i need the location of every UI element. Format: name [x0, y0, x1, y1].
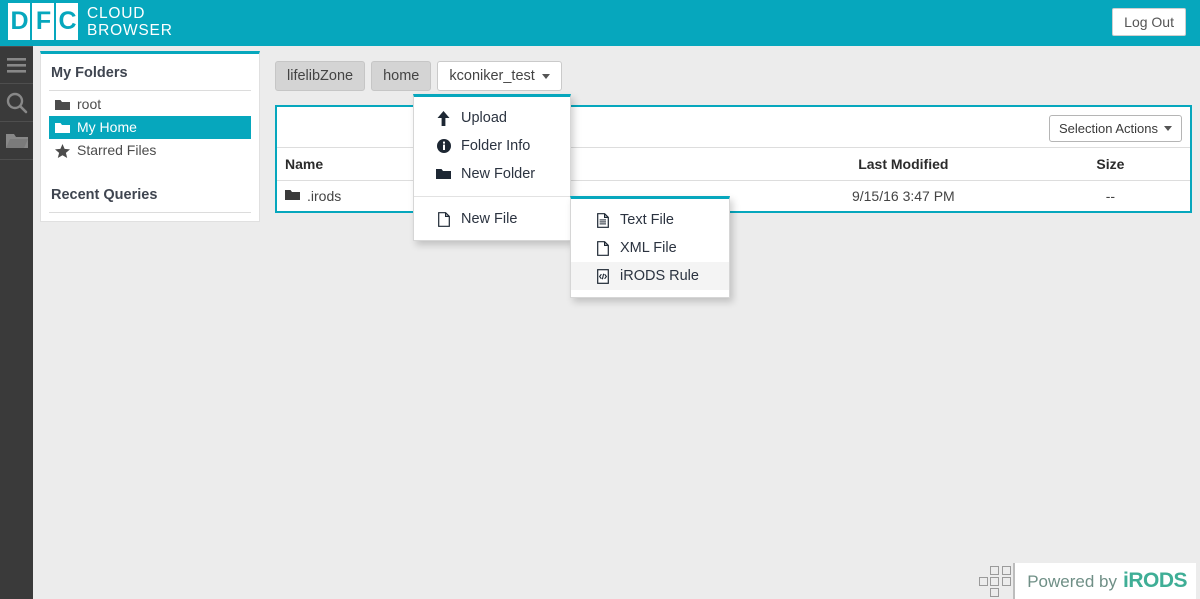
- sidebar-item-label: Starred Files: [77, 142, 157, 158]
- folder-list: root My Home Starred Files: [49, 91, 251, 162]
- cell-last-modified: 9/15/16 3:47 PM: [851, 188, 955, 204]
- folder-icon: [285, 188, 300, 204]
- menu-item-xml-file[interactable]: XML File: [571, 234, 729, 262]
- search-icon: [6, 92, 28, 114]
- menu-item-text-file[interactable]: Text File: [571, 206, 729, 234]
- powered-by-text: Powered by: [1027, 572, 1117, 591]
- sidebar-item-root[interactable]: root: [49, 93, 251, 116]
- star-icon: [55, 143, 70, 158]
- menu-item-label: Folder Info: [461, 138, 531, 154]
- my-folders-title: My Folders: [49, 54, 251, 91]
- logo-wordmark: CLOUD BROWSER: [87, 5, 173, 39]
- folder-icon: [5, 132, 28, 149]
- menu-item-label: New Folder: [461, 166, 536, 182]
- app-logo: D F C CLOUD BROWSER: [8, 3, 173, 40]
- selection-actions-label: Selection Actions: [1058, 121, 1158, 136]
- folder-icon: [436, 168, 451, 180]
- powered-by-footer: Powered by iRODS: [979, 563, 1196, 599]
- sidebar-item-label: My Home: [77, 119, 137, 135]
- menu-item-upload[interactable]: Upload: [414, 104, 570, 132]
- chevron-down-icon: [541, 73, 550, 79]
- sidebar-item-starred-files[interactable]: Starred Files: [49, 139, 251, 162]
- icon-rail: [0, 46, 33, 599]
- menu-divider: [414, 196, 570, 197]
- top-header: D F C CLOUD BROWSER Log Out: [0, 0, 1200, 46]
- dfc-logo-marks: D F C: [8, 3, 78, 40]
- breadcrumb-item-zone[interactable]: lifelibZone: [275, 61, 366, 91]
- my-folders-panel: My Folders root My Home Starred Files Re…: [40, 51, 260, 222]
- sidebar-item-label: root: [77, 96, 102, 112]
- powered-by-badge: Powered by iRODS: [1013, 563, 1196, 599]
- folder-icon: [55, 122, 70, 134]
- rail-menu-button[interactable]: [0, 46, 33, 84]
- file-name-label: .irods: [307, 188, 342, 204]
- cell-size: --: [1105, 188, 1116, 204]
- breadcrumb: lifelibZone home kconiker_test: [275, 61, 562, 91]
- rail-browse-button[interactable]: [0, 122, 33, 160]
- irods-wordmark: iRODS: [1122, 569, 1188, 592]
- code-file-icon: [595, 268, 610, 284]
- menu-item-label: Upload: [461, 110, 507, 126]
- folder-icon: [55, 99, 70, 111]
- menu-item-label: iRODS Rule: [620, 268, 699, 284]
- menu-item-irods-rule[interactable]: iRODS Rule: [571, 262, 729, 290]
- logo-wordmark-line1: CLOUD: [87, 4, 146, 22]
- new-file-submenu: Text File XML File iRODS Rule: [570, 196, 730, 298]
- logo-letter-f: F: [32, 3, 54, 40]
- column-header-last-modified[interactable]: Last Modified: [775, 147, 1031, 181]
- app-root: D F C CLOUD BROWSER Log Out My Folders r…: [0, 0, 1200, 599]
- info-circle-icon: [436, 139, 451, 153]
- rail-search-button[interactable]: [0, 84, 33, 122]
- blank-file-icon: [595, 240, 610, 256]
- breadcrumb-item-current[interactable]: kconiker_test: [437, 61, 562, 91]
- irods-grid-logo-icon: [979, 565, 1013, 597]
- menu-item-new-folder[interactable]: New Folder: [414, 160, 570, 188]
- menu-item-label: Text File: [620, 212, 674, 228]
- chevron-down-icon: [1164, 126, 1172, 131]
- selection-actions-button[interactable]: Selection Actions: [1048, 115, 1182, 142]
- breadcrumb-item-home[interactable]: home: [371, 61, 432, 91]
- menu-icon: [7, 57, 26, 73]
- text-file-icon: [595, 212, 610, 228]
- recent-queries-title: Recent Queries: [49, 176, 251, 213]
- logout-button[interactable]: Log Out: [1112, 8, 1186, 36]
- upload-arrow-icon: [436, 110, 451, 126]
- logo-letter-c: C: [56, 3, 78, 40]
- logo-letter-d: D: [8, 3, 30, 40]
- menu-item-label: XML File: [620, 240, 677, 256]
- file-icon: [436, 211, 451, 227]
- breadcrumb-current-label: kconiker_test: [449, 68, 535, 84]
- menu-item-new-file[interactable]: New File: [414, 205, 570, 233]
- column-header-size[interactable]: Size: [1030, 147, 1190, 181]
- menu-item-folder-info[interactable]: Folder Info: [414, 132, 570, 160]
- menu-item-label: New File: [461, 211, 518, 227]
- sidebar-item-my-home[interactable]: My Home: [49, 116, 251, 139]
- folder-actions-menu: Upload Folder Info New Folder New File: [413, 94, 571, 241]
- logo-wordmark-line2: BROWSER: [87, 21, 173, 39]
